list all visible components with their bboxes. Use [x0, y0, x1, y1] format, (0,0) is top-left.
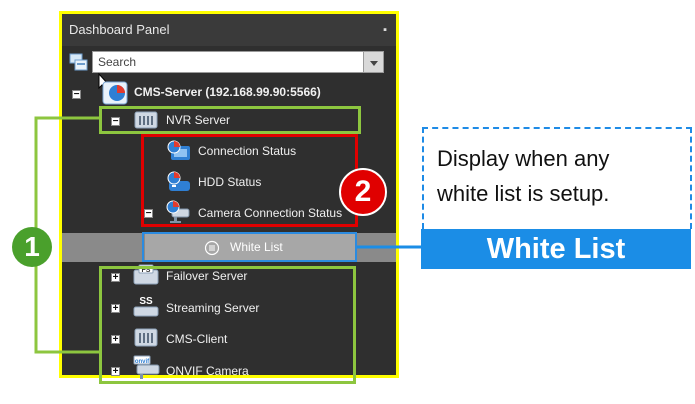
badge-two: 2 — [339, 168, 387, 216]
callout-line-1: Display when any — [437, 146, 610, 171]
white-list-banner: White List — [421, 229, 691, 269]
callout-line-2: white list is setup. — [437, 181, 610, 206]
badge-one: 1 — [12, 227, 52, 267]
callout-text: Display when any white list is setup. — [437, 141, 682, 211]
